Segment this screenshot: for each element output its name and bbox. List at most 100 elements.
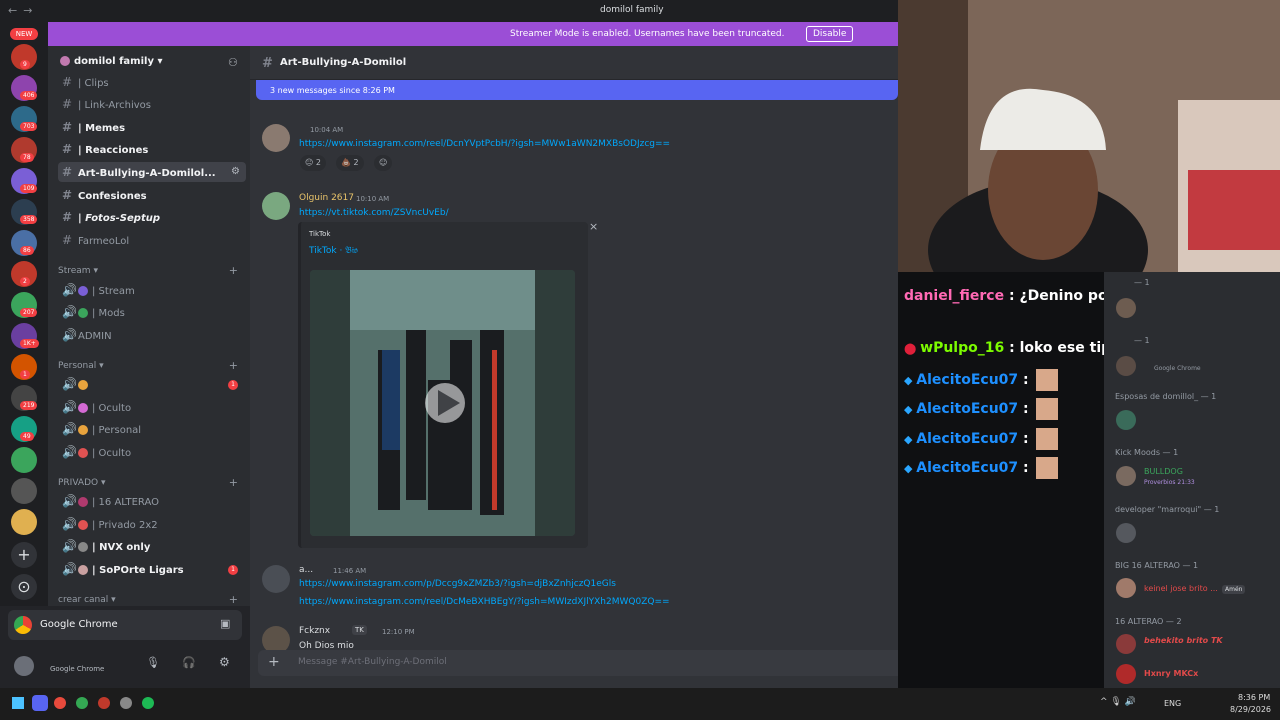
channel-art-bullying[interactable]: # Art-Bullying-A-Domilol... ⚙ bbox=[58, 162, 246, 182]
channel-confesiones[interactable]: # Confesiones bbox=[58, 185, 246, 205]
avatar[interactable] bbox=[1116, 356, 1136, 376]
voice-privado-2x2[interactable]: 🔊 | Privado 2x2 bbox=[58, 514, 246, 534]
language-indicator[interactable]: ENG bbox=[1164, 699, 1181, 708]
member-name[interactable]: keinel jose brito ... bbox=[1144, 584, 1218, 593]
voice-personal-1[interactable]: 🔊 bbox=[58, 374, 246, 394]
voice-16-alterao[interactable]: 🔊 | 16 ALTERAO bbox=[58, 491, 246, 511]
windows-start-icon[interactable] bbox=[12, 697, 24, 709]
avatar[interactable] bbox=[1116, 298, 1136, 318]
channel-link-archivos[interactable]: # | Link-Archivos bbox=[58, 94, 246, 114]
server-icon[interactable] bbox=[11, 447, 37, 473]
add-channel-icon[interactable]: + bbox=[229, 476, 238, 489]
message-link[interactable]: https://www.instagram.com/reel/DcMeBXHBE… bbox=[299, 597, 670, 607]
message-author[interactable]: a... bbox=[299, 565, 313, 575]
message-link[interactable]: https://vt.tiktok.com/ZSVncUvEb/ bbox=[299, 208, 449, 218]
embed-title[interactable]: TikTok · 𝔅𝔦𝔬 bbox=[309, 246, 358, 256]
role-header: developer "marroqui" — 1 bbox=[1115, 505, 1220, 514]
disable-button[interactable]: Disable bbox=[806, 26, 854, 42]
app-taskbar-icon[interactable] bbox=[120, 697, 132, 709]
message-link[interactable]: https://www.instagram.com/reel/DcnYVptPc… bbox=[299, 139, 670, 149]
voice-nvx-only[interactable]: 🔊 | NVX only bbox=[58, 536, 246, 556]
avatar[interactable] bbox=[14, 656, 34, 676]
message-author[interactable]: Olguin 2617 bbox=[299, 193, 354, 203]
avatar[interactable] bbox=[1116, 634, 1136, 654]
message-link[interactable]: https://www.instagram.com/p/Dccg9xZMZb3/… bbox=[299, 579, 616, 589]
channel-clips[interactable]: # | Clips bbox=[58, 72, 246, 92]
avatar[interactable] bbox=[262, 192, 290, 220]
member-name[interactable]: Hxnry MKCx bbox=[1144, 669, 1198, 678]
guild-header[interactable]: domilol family ▾ bbox=[60, 56, 163, 67]
avatar[interactable] bbox=[1116, 466, 1136, 486]
channel-fotos-septup[interactable]: # | Fotos-Septup bbox=[58, 207, 246, 227]
category-privado[interactable]: PRIVADO ▾ bbox=[58, 478, 105, 488]
add-friend-icon[interactable]: ⚇ bbox=[228, 56, 238, 69]
user-settings-icon[interactable]: ⚙ bbox=[219, 655, 230, 669]
channel-reacciones[interactable]: # | Reacciones bbox=[58, 139, 246, 159]
video-thumbnail[interactable] bbox=[310, 270, 575, 536]
avatar[interactable] bbox=[1116, 578, 1136, 598]
avatar[interactable] bbox=[262, 565, 290, 593]
back-forward-icon[interactable]: ←→ bbox=[8, 4, 38, 17]
avatar[interactable] bbox=[1116, 523, 1136, 543]
close-icon[interactable]: × bbox=[589, 220, 598, 233]
crear-canal[interactable]: crear canal ▾ bbox=[58, 595, 116, 605]
add-server-icon[interactable]: + bbox=[11, 542, 37, 568]
channel-sidebar: domilol family ▾ ⚇ # | Clips # | Link-Arch… bbox=[48, 46, 250, 606]
unread-badge: 1 bbox=[228, 380, 238, 390]
avatar[interactable] bbox=[1116, 664, 1136, 684]
chrome-taskbar-icon[interactable] bbox=[54, 697, 66, 709]
add-channel-icon[interactable]: + bbox=[229, 593, 238, 606]
category-label: Stream bbox=[58, 266, 91, 276]
voice-stream[interactable]: 🔊 | Stream bbox=[58, 280, 246, 300]
server-mention-badge: 406 bbox=[20, 91, 38, 100]
channel-title: Art-Bullying-A-Domilol bbox=[280, 57, 407, 68]
voice-soporte-ligars[interactable]: 🔊 | SoPOrte Ligars bbox=[58, 559, 246, 579]
clock-time[interactable]: 8:36 PM bbox=[1238, 693, 1270, 702]
voice-oculto-1[interactable]: 🔊 | Oculto bbox=[58, 397, 246, 417]
message-input[interactable]: Message #Art-Bullying-A-Domilol bbox=[298, 657, 447, 667]
channel-memes[interactable]: # | Memes bbox=[58, 117, 246, 137]
member-name[interactable]: behekito brito TK bbox=[1144, 636, 1223, 645]
avatar[interactable] bbox=[262, 124, 290, 152]
voice-admin[interactable]: 🔊ADMIN bbox=[58, 325, 246, 345]
emote-icon bbox=[1035, 428, 1058, 450]
add-channel-icon[interactable]: + bbox=[229, 264, 238, 277]
chrome-taskbar-icon[interactable] bbox=[76, 697, 88, 709]
embed-provider: TikTok bbox=[309, 230, 331, 238]
screen-share-icon[interactable]: ▣ bbox=[220, 617, 230, 630]
explore-icon[interactable]: ⊙ bbox=[11, 574, 37, 600]
voice-mods[interactable]: 🔊 | Mods bbox=[58, 302, 246, 322]
headphones-icon[interactable]: 🎧 bbox=[182, 656, 196, 669]
add-reaction-icon[interactable]: ☺ bbox=[374, 155, 393, 171]
settings-gear-icon[interactable]: ⚙ bbox=[231, 162, 240, 182]
member-name[interactable]: BULLDOG bbox=[1144, 467, 1183, 476]
activity-card[interactable]: Google Chrome ▣ bbox=[8, 610, 242, 640]
channel-label: | Link-Archivos bbox=[78, 100, 152, 111]
reaction-pill[interactable]: 💩 2 bbox=[336, 155, 364, 171]
microphone-icon[interactable]: 🎙 bbox=[146, 656, 160, 669]
system-tray-icons[interactable]: ^ 🎙 🔊 bbox=[1100, 697, 1136, 707]
member-status: Proverbios 21:33 bbox=[1144, 479, 1195, 486]
voice-personal-2[interactable]: 🔊 | Personal bbox=[58, 419, 246, 439]
add-channel-icon[interactable]: + bbox=[229, 359, 238, 372]
spotify-taskbar-icon[interactable] bbox=[142, 697, 154, 709]
taskbar: ^ 🎙 🔊 ENG 8:36 PM 8/29/2026 bbox=[0, 688, 1280, 720]
message-author[interactable]: Fckznx bbox=[299, 626, 330, 636]
reaction-pill[interactable]: 😐 2 bbox=[300, 155, 326, 171]
clock-date[interactable]: 8/29/2026 bbox=[1230, 705, 1271, 714]
discord-taskbar-icon[interactable] bbox=[32, 695, 48, 711]
app-taskbar-icon[interactable] bbox=[98, 697, 110, 709]
new-messages-bar[interactable]: 3 new messages since 8:26 PM bbox=[256, 80, 898, 100]
avatar[interactable] bbox=[1116, 410, 1136, 430]
chat-message-text: : bbox=[1018, 431, 1034, 447]
voice-oculto-2[interactable]: 🔊 | Oculto bbox=[58, 442, 246, 462]
add-attachment-icon[interactable]: + bbox=[268, 654, 280, 670]
emote-icon bbox=[1035, 457, 1058, 479]
channel-farmeolol[interactable]: # FarmeoLol bbox=[58, 230, 246, 250]
category-label: crear canal bbox=[58, 595, 109, 605]
server-mention-badge: 9 bbox=[20, 60, 30, 69]
server-icon[interactable] bbox=[11, 509, 37, 535]
category-personal[interactable]: Personal ▾ bbox=[58, 361, 104, 371]
category-stream[interactable]: Stream ▾ bbox=[58, 266, 98, 276]
server-icon[interactable] bbox=[11, 478, 37, 504]
